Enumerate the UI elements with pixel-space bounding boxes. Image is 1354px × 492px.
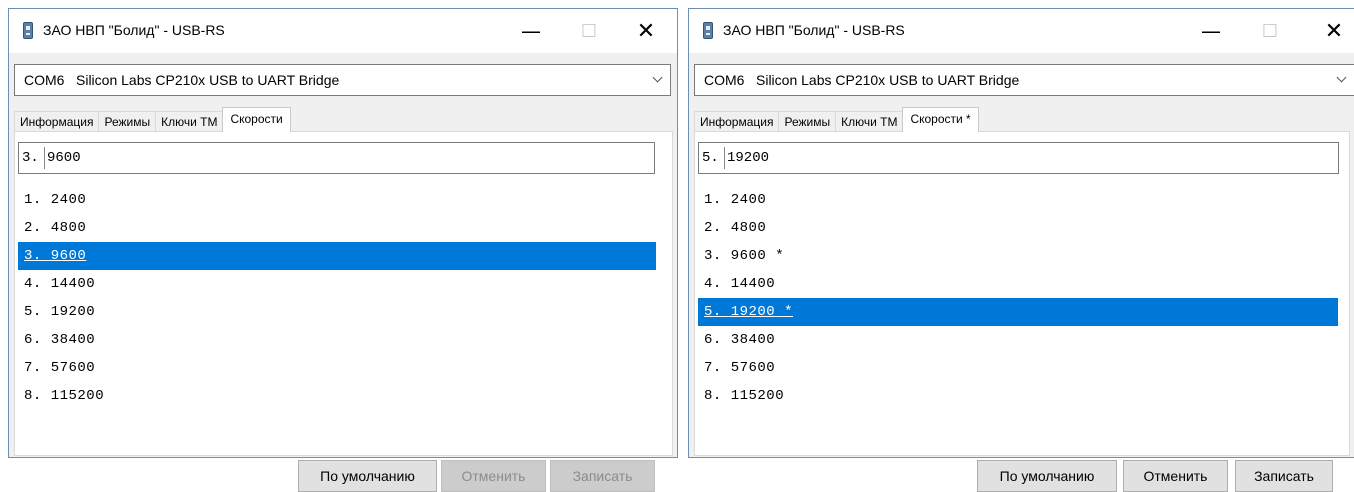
- title-bar[interactable]: ЗАО НВП "Болид" - USB-RS — ☐ ✕: [689, 9, 1354, 53]
- window-title: ЗАО НВП "Болид" - USB-RS: [723, 22, 905, 38]
- list-item[interactable]: 2. 4800: [698, 214, 1338, 242]
- port-description: Silicon Labs CP210x USB to UART Bridge: [756, 72, 1020, 88]
- list-item[interactable]: 6. 38400: [698, 326, 1338, 354]
- close-icon[interactable]: ✕: [1311, 9, 1354, 53]
- usb-device-icon: [23, 22, 33, 39]
- list-item[interactable]: 7. 57600: [698, 354, 1338, 382]
- speed-edit-prefix: 5.: [702, 150, 719, 166]
- maximize-icon[interactable]: ☐: [1247, 9, 1293, 53]
- port-description: Silicon Labs CP210x USB to UART Bridge: [76, 72, 340, 88]
- list-item[interactable]: 8. 115200: [698, 382, 1338, 410]
- write-button[interactable]: Записать: [1235, 460, 1333, 492]
- speed-edit-field[interactable]: 3.: [18, 142, 655, 174]
- speeds-panel: 5. 1. 2400 2. 4800 3. 9600 * 4. 14400 5.…: [694, 131, 1350, 492]
- list-item[interactable]: 4. 14400: [18, 270, 656, 298]
- speed-edit-prefix: 3.: [22, 150, 39, 166]
- tab-speeds[interactable]: Скорости: [222, 107, 291, 132]
- port-com: COM6: [704, 72, 745, 88]
- close-icon[interactable]: ✕: [623, 9, 669, 53]
- tab-info[interactable]: Информация: [694, 111, 780, 132]
- usb-rs-window-left: ЗАО НВП "Болид" - USB-RS — ☐ ✕ COM6 Sili…: [8, 8, 678, 492]
- speed-list: 1. 2400 2. 4800 3. 9600 4. 14400 5. 1920…: [18, 186, 656, 410]
- tab-tm-keys[interactable]: Ключи ТМ: [835, 111, 904, 132]
- default-button[interactable]: По умолчанию: [977, 460, 1117, 492]
- list-item[interactable]: 5. 19200: [18, 298, 656, 326]
- speeds-panel: 3. 1. 2400 2. 4800 3. 9600 4. 14400 5. 1…: [14, 131, 673, 492]
- minimize-icon[interactable]: —: [1188, 9, 1234, 53]
- speed-list: 1. 2400 2. 4800 3. 9600 * 4. 14400 5. 19…: [698, 186, 1338, 410]
- tab-speeds[interactable]: Скорости *: [902, 107, 979, 132]
- cancel-button[interactable]: Отменить: [1123, 460, 1228, 492]
- list-item[interactable]: 1. 2400: [18, 186, 656, 214]
- port-com: COM6: [24, 72, 65, 88]
- list-item-selected[interactable]: 5. 19200 *: [698, 298, 1338, 326]
- window-client: COM6 Silicon Labs CP210x USB to UART Bri…: [689, 53, 1354, 492]
- chevron-down-icon[interactable]: [1332, 65, 1354, 95]
- usb-rs-window-right: ЗАО НВП "Болид" - USB-RS — ☐ ✕ COM6 Sili…: [688, 8, 1354, 492]
- maximize-icon[interactable]: ☐: [566, 9, 612, 53]
- list-item[interactable]: 7. 57600: [18, 354, 656, 382]
- list-item[interactable]: 2. 4800: [18, 214, 656, 242]
- tab-info[interactable]: Информация: [14, 111, 100, 132]
- list-item[interactable]: 4. 14400: [698, 270, 1338, 298]
- speed-edit-input[interactable]: [724, 147, 927, 169]
- tab-strip: Информация Режимы Ключи ТМ Скорости *: [694, 107, 979, 132]
- usb-device-icon: [703, 22, 713, 39]
- list-item[interactable]: 3. 9600 *: [698, 242, 1338, 270]
- tab-tm-keys[interactable]: Ключи ТМ: [155, 111, 224, 132]
- list-item[interactable]: 1. 2400: [698, 186, 1338, 214]
- port-select[interactable]: COM6 Silicon Labs CP210x USB to UART Bri…: [694, 64, 1354, 96]
- window-title: ЗАО НВП "Болид" - USB-RS: [43, 22, 225, 38]
- list-item[interactable]: 6. 38400: [18, 326, 656, 354]
- cancel-button[interactable]: Отменить: [441, 460, 546, 492]
- default-button[interactable]: По умолчанию: [298, 460, 437, 492]
- chevron-down-icon[interactable]: [648, 65, 670, 95]
- write-button[interactable]: Записать: [550, 460, 655, 492]
- title-bar[interactable]: ЗАО НВП "Болид" - USB-RS — ☐ ✕: [9, 9, 677, 53]
- speed-edit-input[interactable]: [44, 147, 247, 169]
- tab-modes[interactable]: Режимы: [98, 111, 157, 132]
- tab-modes[interactable]: Режимы: [778, 111, 837, 132]
- window-client: COM6 Silicon Labs CP210x USB to UART Bri…: [9, 53, 677, 492]
- speed-edit-field[interactable]: 5.: [698, 142, 1339, 174]
- list-item-selected[interactable]: 3. 9600: [18, 242, 656, 270]
- port-select[interactable]: COM6 Silicon Labs CP210x USB to UART Bri…: [14, 64, 671, 96]
- list-item[interactable]: 8. 115200: [18, 382, 656, 410]
- tab-strip: Информация Режимы Ключи ТМ Скорости: [14, 107, 291, 132]
- minimize-icon[interactable]: —: [508, 9, 554, 53]
